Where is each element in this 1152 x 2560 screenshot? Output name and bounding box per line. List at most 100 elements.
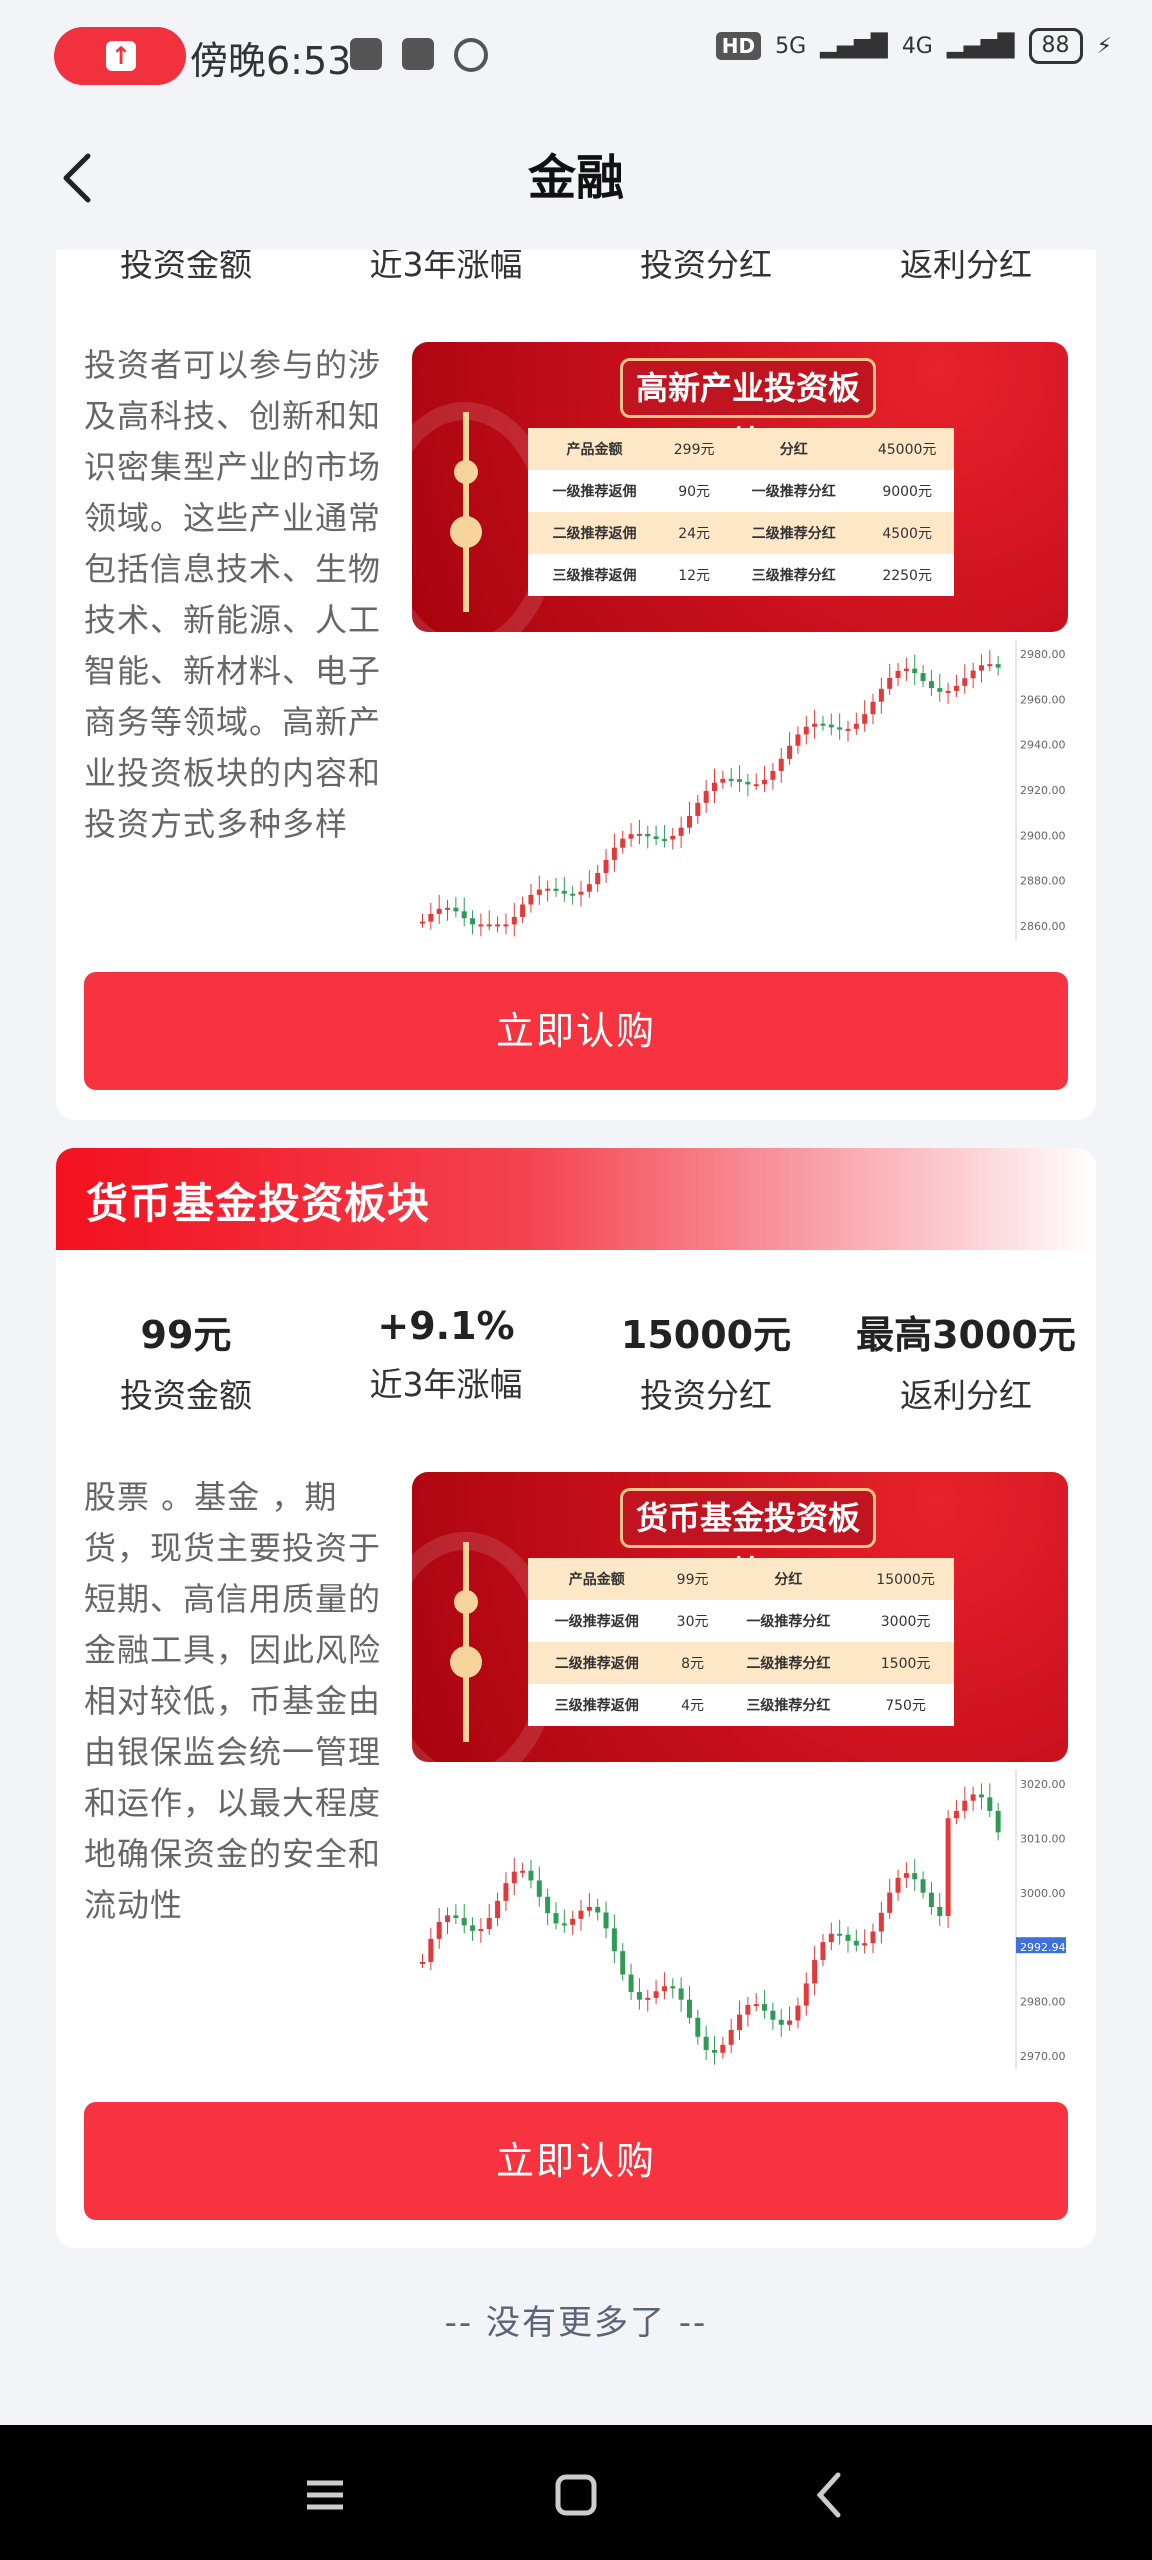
candle-body — [436, 1922, 442, 1939]
candle-body — [928, 1892, 934, 1907]
candle-body — [720, 778, 726, 783]
candle-body — [511, 1871, 517, 1884]
candle-body — [920, 673, 926, 682]
candle-body — [611, 1928, 617, 1952]
candle-body — [753, 2004, 759, 2007]
axis-tick-label: 2920.00 — [1020, 784, 1066, 797]
candle-body — [728, 2029, 734, 2045]
table-cell: 三级推荐返佣 — [528, 554, 662, 596]
candle-body — [878, 688, 884, 702]
table-row: 产品金额 99元 分红 15000元 — [528, 1558, 954, 1600]
table-cell: 15000元 — [857, 1558, 954, 1600]
candle-body — [661, 1986, 667, 1992]
candle-body — [445, 1915, 451, 1923]
candle-body — [962, 1800, 968, 1811]
candle-body — [670, 1986, 676, 1989]
table-cell: 三级推荐分红 — [727, 554, 861, 596]
stat-value: 15000元 — [620, 1313, 792, 1357]
table-cell: 一级推荐返佣 — [528, 470, 662, 512]
candle-body — [611, 847, 617, 860]
axis-tick-label: 2880.00 — [1020, 875, 1066, 888]
table-cell: 分红 — [719, 1558, 858, 1600]
candle-body — [862, 714, 868, 724]
axis-tick-label: 2980.00 — [1020, 1996, 1066, 2009]
table-row: 二级推荐返佣 8元 二级推荐分红 1500元 — [528, 1642, 954, 1684]
candle-body — [495, 1900, 501, 1919]
candle-body — [745, 2004, 751, 2015]
table-cell: 一级推荐返佣 — [528, 1600, 666, 1642]
nav-back-icon[interactable] — [800, 2465, 860, 2525]
candle-body — [987, 664, 993, 667]
table-cell: 二级推荐返佣 — [528, 1642, 666, 1684]
candle-body — [912, 668, 918, 674]
candle-body — [912, 1873, 918, 1880]
table-cell: 2250元 — [860, 554, 954, 596]
candle-body — [495, 924, 501, 927]
candle-body — [420, 1962, 425, 1964]
banner-title: 货币基金投资板块 — [620, 1488, 876, 1591]
candle-body — [670, 835, 676, 840]
candle-body — [636, 833, 642, 836]
candle-body — [920, 1879, 926, 1893]
home-icon[interactable] — [546, 2465, 606, 2525]
axis-tick-label: 2900.00 — [1020, 829, 1066, 842]
product-banner[interactable]: 高新产业投资板块 产品金额 299元 分红 45000元 一级推荐返佣 90元 … — [412, 342, 1068, 632]
stat-rebate: 最高3000元 返利分红 — [836, 1304, 1096, 1417]
candle-body — [636, 1992, 642, 2000]
candle-body — [620, 1951, 626, 1975]
product-banner[interactable]: 货币基金投资板块 产品金额 99元 分红 15000元 一级推荐返佣 30元 一… — [412, 1472, 1068, 1762]
candle-body — [903, 668, 909, 671]
candle-body — [887, 677, 893, 689]
candle-body — [453, 1915, 459, 1919]
candle-body — [470, 918, 476, 925]
product-card-money-fund: 货币基金投资板块 99元 投资金额 +9.1% 近3年涨幅 15000元 投资分… — [56, 1148, 1096, 2248]
sync-icon — [454, 38, 488, 72]
candle-body — [570, 893, 576, 896]
candle-body — [812, 1960, 818, 1984]
candle-body — [453, 907, 459, 912]
price-chart: 3020.00 3010.00 3000.00 2992.94 2980.00 2970.… — [420, 1770, 1066, 2070]
table-cell: 24元 — [661, 512, 728, 554]
candle-body — [420, 921, 425, 924]
table-cell: 99元 — [665, 1558, 720, 1600]
network-5g: 5G — [775, 33, 807, 59]
axis-tick-label: 3020.00 — [1020, 1778, 1066, 1791]
candle-body — [511, 916, 517, 925]
table-cell: 30元 — [665, 1600, 720, 1642]
screen-record-pill[interactable]: ↑ — [54, 27, 186, 85]
candle-body — [578, 891, 584, 895]
table-row: 三级推荐返佣 4元 三级推荐分红 750元 — [528, 1684, 954, 1726]
candle-body — [970, 1794, 976, 1801]
table-cell: 4500元 — [860, 512, 954, 554]
table-cell: 750元 — [857, 1684, 954, 1726]
candle-body — [653, 1991, 659, 1998]
candle-body — [837, 1933, 843, 1936]
buy-button[interactable]: 立即认购 — [84, 2102, 1068, 2220]
stat-dividend: 15000元 投资分红 — [576, 1304, 836, 1417]
candle-body — [545, 1896, 551, 1914]
menu-icon[interactable] — [295, 2465, 355, 2525]
table-row: 三级推荐返佣 12元 三级推荐分红 2250元 — [528, 554, 954, 596]
axis-tick-label: 2970.00 — [1020, 2050, 1066, 2063]
candle-body — [737, 2014, 743, 2030]
notification-icon — [350, 38, 382, 70]
candle-body — [787, 2020, 793, 2025]
candle-body — [753, 784, 759, 787]
table-cell: 90元 — [661, 470, 728, 512]
candle-body — [686, 815, 692, 828]
axis-tick-label: 2940.00 — [1020, 739, 1066, 752]
axis-tick-label: 2980.00 — [1020, 648, 1066, 661]
candle-body — [903, 1873, 909, 1878]
table-cell: 三级推荐分红 — [719, 1684, 858, 1726]
candle-body — [978, 1794, 984, 1798]
candle-body — [703, 2036, 709, 2050]
candle-body — [728, 778, 734, 781]
stat-value: 99元 — [140, 1313, 232, 1357]
buy-button[interactable]: 立即认购 — [84, 972, 1068, 1090]
candle-body — [870, 1931, 876, 1944]
candle-body — [820, 1942, 826, 1961]
candle-body — [962, 678, 968, 686]
candle-body — [845, 728, 851, 731]
candle-body — [536, 889, 542, 895]
table-cell: 产品金额 — [528, 1558, 666, 1600]
